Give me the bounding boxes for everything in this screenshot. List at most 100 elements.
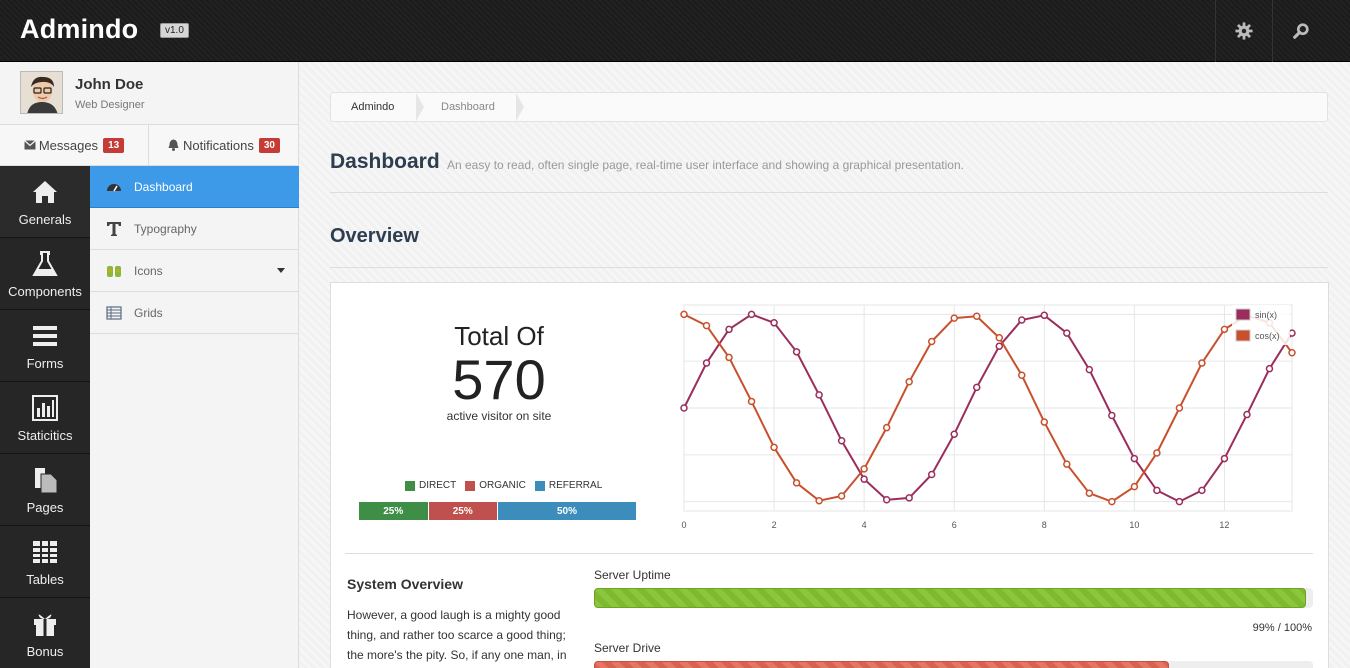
x-tick-label: 12 [1219, 520, 1229, 530]
server-drive-label: Server Drive [594, 641, 661, 655]
legend-label: sin(x) [1255, 310, 1277, 320]
section-title: Overview [330, 225, 419, 247]
app-brand[interactable]: Admindo [20, 14, 138, 45]
data-point [882, 423, 891, 432]
list-icon [33, 326, 57, 346]
data-point [1108, 497, 1116, 506]
nav-label: Generals [18, 212, 72, 227]
segment-referral: 50% [498, 502, 637, 520]
data-point [1063, 329, 1071, 337]
nav-label: Forms [26, 356, 64, 371]
bar-chart-icon [32, 395, 58, 421]
progress-fill [594, 588, 1306, 608]
envelope-icon [23, 140, 36, 150]
data-point [1198, 359, 1206, 367]
traffic-stacked-bar: 25% 25% 50% [359, 502, 637, 520]
data-point [680, 404, 688, 412]
data-point [1198, 486, 1206, 495]
data-point [747, 310, 756, 319]
gift-icon [34, 614, 56, 636]
nav-item-tables[interactable]: Tables [0, 526, 90, 598]
data-point [927, 470, 936, 479]
submenu-item-grids[interactable]: Grids [90, 292, 299, 334]
data-point [905, 494, 913, 502]
main-nav: Generals Components Forms Staticitics Pa… [0, 166, 90, 668]
top-bar: Admindo v1.0 [0, 0, 1350, 62]
data-point [1175, 404, 1184, 412]
data-point [1063, 460, 1071, 468]
data-point [1220, 454, 1229, 463]
search-icon [1293, 23, 1309, 39]
total-value: 570 [452, 348, 546, 411]
segment-organic: 25% [428, 502, 498, 520]
system-overview-text: However, a good laugh is a mighty good t… [347, 608, 567, 662]
submenu-item-icons[interactable]: Icons [90, 250, 299, 292]
data-point [950, 430, 958, 438]
chevron-down-icon[interactable] [277, 268, 285, 273]
data-point [770, 443, 778, 452]
system-overview-title: System Overview [347, 576, 463, 592]
search-button[interactable] [1272, 0, 1329, 62]
breadcrumb-item-home[interactable]: Admindo [351, 101, 394, 113]
server-drive-progress [594, 661, 1313, 668]
nav-item-generals[interactable]: Generals [0, 166, 90, 238]
data-point [702, 321, 711, 330]
data-point [1265, 364, 1274, 373]
page-subtitle: An easy to read, often single page, real… [447, 158, 964, 172]
messages-count-badge: 13 [103, 137, 125, 153]
profile-name[interactable]: John Doe [75, 76, 143, 93]
messages-label: Messages [38, 137, 99, 153]
notifications-count-badge: 30 [258, 137, 280, 153]
server-uptime-progress [594, 588, 1313, 608]
breadcrumb: Admindo Dashboard [330, 92, 1328, 122]
profile-role: Web Designer [75, 99, 145, 111]
data-point [770, 319, 778, 327]
data-point [972, 383, 981, 392]
legend-swatch [1235, 308, 1251, 321]
divider [330, 192, 1328, 193]
nav-label: Bonus [26, 644, 64, 659]
data-point [995, 334, 1004, 342]
traffic-legend: DIRECT ORGANIC REFERRAL [405, 480, 611, 491]
nav-item-components[interactable]: Components [0, 238, 90, 310]
data-point [747, 397, 756, 406]
nav-label: Components [8, 284, 82, 299]
data-point [927, 337, 936, 346]
legend-swatch [1235, 329, 1251, 342]
data-point [837, 492, 846, 500]
data-point [1085, 365, 1094, 374]
main-content: Admindo Dashboard Dashboard An easy to r… [300, 62, 1350, 668]
data-point [1040, 311, 1049, 320]
nav-label: Tables [26, 572, 64, 587]
nav-item-forms[interactable]: Forms [0, 310, 90, 382]
server-uptime-label: Server Uptime [594, 568, 671, 582]
data-point [1175, 497, 1184, 506]
data-point [882, 496, 891, 504]
breadcrumb-separator [516, 93, 524, 121]
table-icon [33, 541, 57, 563]
submenu-item-dashboard[interactable]: Dashboard [90, 166, 299, 208]
data-point [995, 342, 1004, 350]
legend-item-referral: REFERRAL [534, 480, 602, 491]
messages-button[interactable]: Messages 13 [0, 125, 149, 165]
grid-icon [106, 306, 122, 320]
message-bar: Messages 13 Notifications 30 [0, 125, 299, 166]
data-point [815, 391, 823, 399]
nav-item-pages[interactable]: Pages [0, 454, 90, 526]
data-point [860, 465, 868, 473]
submenu-label: Icons [134, 263, 163, 278]
nav-item-statistics[interactable]: Staticitics [0, 382, 90, 454]
avatar[interactable] [20, 71, 63, 114]
data-point [1220, 325, 1229, 334]
settings-button[interactable] [1215, 0, 1272, 62]
data-point [1243, 410, 1251, 419]
submenu-item-typography[interactable]: Typography [90, 208, 299, 250]
data-point [950, 314, 958, 322]
data-point [792, 348, 801, 356]
avatar-image [21, 72, 62, 113]
nav-item-bonus[interactable]: Bonus [0, 598, 90, 668]
legend-item-direct: DIRECT [405, 480, 456, 491]
bell-icon [168, 139, 179, 151]
notifications-button[interactable]: Notifications 30 [149, 125, 299, 165]
user-profile: John Doe Web Designer [0, 62, 299, 125]
